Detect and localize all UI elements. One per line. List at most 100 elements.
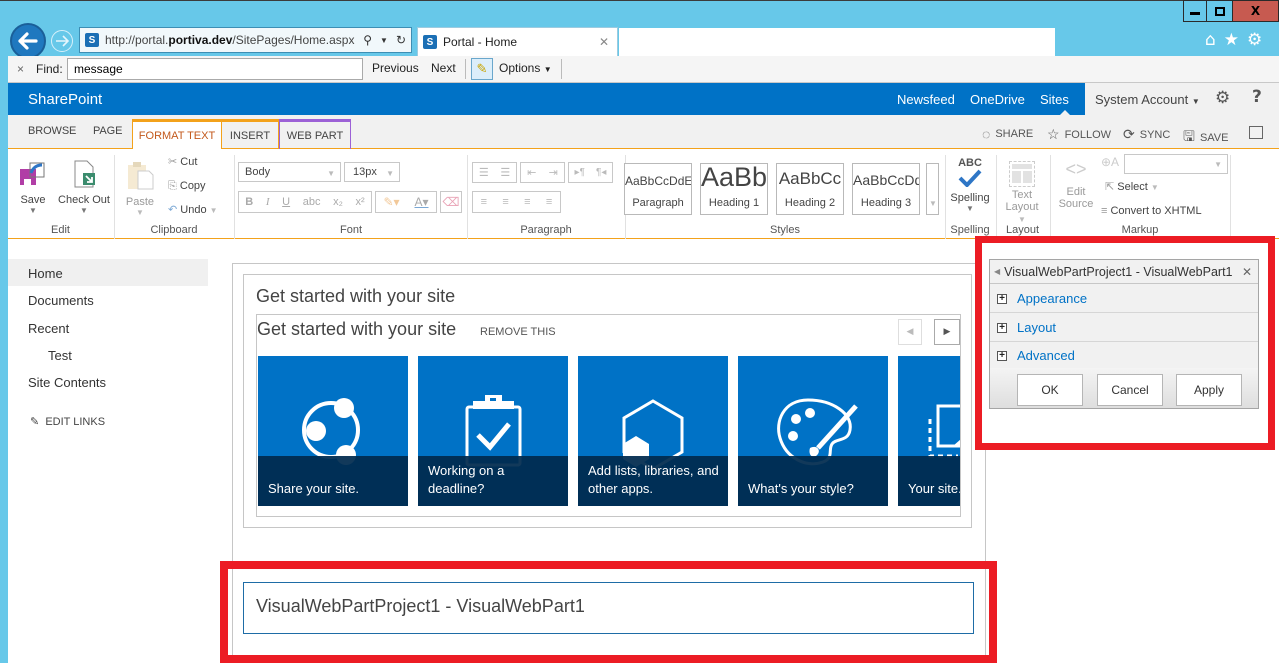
tile-add-apps[interactable]: Add lists, libraries, and other apps. bbox=[578, 356, 728, 506]
section-appearance[interactable]: + Appearance bbox=[990, 285, 1258, 313]
close-tool-pane-icon[interactable]: ✕ bbox=[1242, 265, 1252, 279]
highlight-color-button[interactable]: ✎▾ bbox=[383, 195, 399, 209]
forward-button[interactable] bbox=[51, 30, 73, 52]
font-name-select[interactable]: Body ▼ bbox=[238, 162, 341, 182]
find-options-button[interactable]: Options ▼ bbox=[499, 61, 552, 75]
back-button[interactable] bbox=[10, 23, 46, 59]
close-find-icon[interactable]: × bbox=[17, 62, 24, 76]
follow-button[interactable]: ☆ FOLLOW bbox=[1047, 126, 1111, 143]
select-button[interactable]: ⇱ Select ▼ bbox=[1105, 180, 1159, 193]
nav-item-documents[interactable]: Documents bbox=[28, 293, 94, 308]
maximize-button[interactable] bbox=[1206, 0, 1233, 22]
close-window-button[interactable]: X bbox=[1232, 0, 1279, 22]
tab-insert[interactable]: INSERT bbox=[222, 119, 279, 149]
subscript-button[interactable]: x₂ bbox=[333, 196, 343, 208]
visual-web-part[interactable]: VisualWebPartProject1 - VisualWebPart1 bbox=[243, 582, 974, 634]
styles-more-button[interactable]: ▼ bbox=[926, 163, 939, 215]
find-next-button[interactable]: Next bbox=[431, 61, 456, 75]
section-advanced[interactable]: + Advanced bbox=[990, 342, 1258, 370]
nav-item-test[interactable]: Test bbox=[48, 348, 72, 363]
settings-gear-icon[interactable]: ⚙ bbox=[1215, 88, 1230, 108]
collapse-left-icon[interactable]: ◀ bbox=[994, 267, 1000, 276]
share-button[interactable]: ◌ SHARE bbox=[982, 126, 1033, 142]
cut-button[interactable]: ✂ Cut bbox=[168, 155, 197, 168]
bold-button[interactable]: B bbox=[245, 196, 253, 208]
tab-browse[interactable]: BROWSE bbox=[28, 125, 76, 137]
tile-deadline[interactable]: Working on a deadline? bbox=[418, 356, 568, 506]
section-layout[interactable]: + Layout bbox=[990, 314, 1258, 342]
tab-page[interactable]: PAGE bbox=[93, 125, 122, 137]
sites-link[interactable]: Sites bbox=[1040, 92, 1069, 107]
tile-style[interactable]: What's your style? bbox=[738, 356, 888, 506]
carousel-next-button[interactable]: ▶ bbox=[934, 319, 960, 345]
browser-tab[interactable]: S Portal - Home ✕ bbox=[417, 27, 618, 56]
strikethrough-button[interactable]: abc bbox=[303, 196, 321, 208]
tab-format-text[interactable]: FORMAT TEXT bbox=[132, 119, 222, 150]
highlight-button[interactable]: ✎ bbox=[471, 58, 493, 80]
carousel-previous-button[interactable]: ◀ bbox=[898, 319, 922, 345]
text-layout-button[interactable]: Text Layout ▼ bbox=[1002, 161, 1042, 226]
favorites-star-icon[interactable]: ★ bbox=[1224, 30, 1239, 50]
sharepoint-brand[interactable]: SharePoint bbox=[28, 91, 102, 108]
indent-icon[interactable]: ⇥ bbox=[549, 166, 558, 179]
justify-icon[interactable]: ≡ bbox=[546, 196, 552, 208]
tab-web-part[interactable]: WEB PART bbox=[279, 119, 351, 149]
align-center-icon[interactable]: ≡ bbox=[502, 196, 508, 208]
nav-item-recent[interactable]: Recent bbox=[28, 321, 69, 336]
cancel-button[interactable]: Cancel bbox=[1097, 374, 1163, 406]
nav-item-site-contents[interactable]: Site Contents bbox=[28, 375, 106, 390]
check-out-button[interactable]: Check Out ▼ bbox=[58, 159, 110, 215]
tools-gear-icon[interactable]: ⚙ bbox=[1247, 30, 1262, 50]
save-page-button[interactable]: 🖫 SAVE bbox=[1183, 126, 1228, 150]
onedrive-link[interactable]: OneDrive bbox=[970, 92, 1025, 107]
account-menu[interactable]: System Account ▼ bbox=[1095, 92, 1200, 107]
close-tab-icon[interactable]: ✕ bbox=[599, 35, 609, 49]
markup-styles-select[interactable]: ▼ bbox=[1124, 154, 1228, 174]
tile-your-site[interactable]: Your site. bbox=[898, 356, 960, 506]
style-heading-1[interactable]: AaBb Heading 1 bbox=[700, 163, 768, 215]
nav-item-home[interactable]: Home bbox=[8, 259, 208, 286]
align-right-icon[interactable]: ≡ bbox=[524, 196, 530, 208]
focus-on-content-button[interactable] bbox=[1249, 126, 1263, 139]
underline-button[interactable]: U bbox=[282, 196, 290, 208]
style-heading-2[interactable]: AaBbCc Heading 2 bbox=[776, 163, 844, 215]
ok-button[interactable]: OK bbox=[1017, 374, 1083, 406]
find-input[interactable] bbox=[67, 58, 363, 80]
align-left-icon[interactable]: ≡ bbox=[481, 196, 487, 208]
minimize-button[interactable] bbox=[1183, 0, 1207, 22]
font-size-select[interactable]: 13px ▼ bbox=[344, 162, 400, 182]
refresh-icon[interactable]: ↻ bbox=[396, 33, 406, 47]
italic-button[interactable]: I bbox=[266, 196, 270, 208]
font-color-button[interactable]: A▾ bbox=[414, 195, 428, 209]
clear-format-button[interactable]: ⌫ bbox=[440, 191, 462, 213]
spelling-button[interactable]: ABC Spelling ▼ bbox=[950, 157, 990, 213]
search-icon[interactable]: ⚲ bbox=[363, 33, 372, 47]
address-bar[interactable]: S http://portal. portiva.dev/SitePages/Ho… bbox=[79, 27, 412, 53]
find-previous-button[interactable]: Previous bbox=[372, 61, 419, 75]
outdent-icon[interactable]: ⇤ bbox=[527, 166, 536, 179]
style-paragraph[interactable]: AaBbCcDdE Paragraph bbox=[624, 163, 692, 215]
edit-source-button[interactable]: <> Edit Source bbox=[1058, 159, 1094, 210]
sync-button[interactable]: ⟳ SYNC bbox=[1123, 126, 1170, 143]
convert-xhtml-button[interactable]: ≡ Convert to XHTML bbox=[1101, 205, 1202, 217]
edit-links-button[interactable]: ✎ EDIT LINKS bbox=[30, 415, 105, 428]
ltr-icon[interactable]: ▸¶ bbox=[575, 167, 585, 178]
rtl-icon[interactable]: ¶◂ bbox=[596, 167, 606, 178]
newsfeed-link[interactable]: Newsfeed bbox=[897, 92, 955, 107]
home-icon[interactable]: ⌂ bbox=[1205, 30, 1216, 50]
style-heading-3[interactable]: AaBbCcDd Heading 3 bbox=[852, 163, 920, 215]
paste-button[interactable]: Paste ▼ bbox=[124, 159, 156, 217]
new-tab-area[interactable] bbox=[619, 28, 1055, 56]
save-button[interactable]: Save ▼ bbox=[18, 159, 48, 215]
tool-pane-footer: OK Cancel Apply bbox=[990, 368, 1258, 408]
remove-this-link[interactable]: REMOVE THIS bbox=[480, 326, 556, 338]
copy-button[interactable]: ⎘ Copy bbox=[168, 180, 206, 193]
undo-button[interactable]: ↶ Undo ▼ bbox=[168, 203, 218, 216]
apply-button[interactable]: Apply bbox=[1176, 374, 1242, 406]
dropdown-icon[interactable]: ▼ bbox=[380, 36, 388, 47]
superscript-button[interactable]: x² bbox=[355, 196, 364, 208]
tile-share-site[interactable]: Share your site. bbox=[258, 356, 408, 506]
bullets-icon[interactable]: ☰ bbox=[479, 166, 489, 179]
help-icon[interactable]: ? bbox=[1252, 87, 1262, 107]
numbering-icon[interactable]: ☰ bbox=[500, 166, 510, 179]
